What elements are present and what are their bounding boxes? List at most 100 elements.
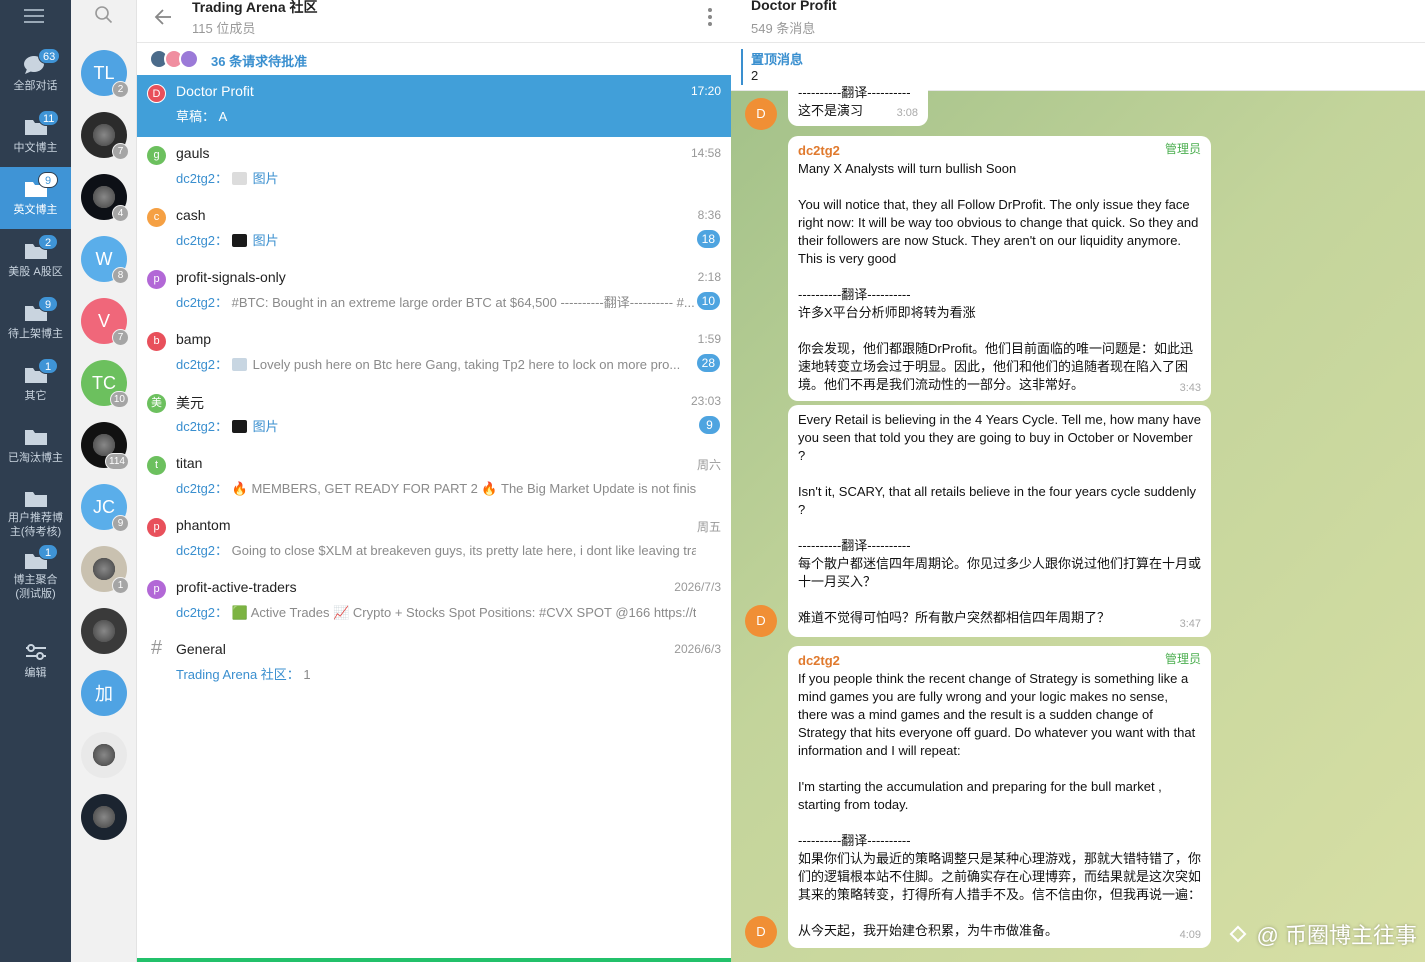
watermark: @ 币圈博主往事 (1225, 918, 1417, 950)
message-bubble[interactable]: Every Retail is believing in the 4 Years… (788, 405, 1211, 637)
message-sender[interactable]: dc2tg2 (798, 652, 1201, 670)
chat-row[interactable]: D Doctor Profit 17:20 草稿： A (137, 75, 731, 137)
pinned-chat-avatar[interactable] (81, 732, 127, 778)
chat-title[interactable]: Doctor Profit (751, 0, 837, 13)
folder-8[interactable]: 用户推荐博 主(待考核) (0, 477, 71, 539)
chat-time: 8:36 (697, 208, 721, 222)
pinned-value: 2 (751, 68, 759, 83)
folder-label: 编辑 (24, 667, 47, 679)
sender-avatar[interactable]: D (745, 605, 777, 637)
unread-badge: 7 (112, 143, 129, 160)
pinned-chat-avatar[interactable]: TC 10 (81, 360, 129, 408)
folder-label: 博主聚合 (测试版) (13, 574, 58, 600)
pinned-chat-avatar[interactable]: JC 9 (81, 484, 129, 532)
folder-9[interactable]: 博主聚合 (测试版) 1 (0, 539, 71, 601)
folder-3[interactable]: 英文博主 9 (0, 167, 71, 229)
chat-row[interactable]: b bamp 1:59 dc2tg2： Lovely push here on Btc… (137, 323, 731, 385)
join-requests-bar[interactable]: 36 条请求待批准 (137, 43, 731, 74)
chat-name: gauls (176, 145, 210, 161)
pinned-chat-avatar[interactable] (81, 608, 127, 654)
chat-avatar: p (147, 580, 166, 599)
chat-name: 美元 (176, 395, 204, 411)
unread-badge: 4 (112, 205, 129, 222)
chat-row[interactable]: # General 2026/6/3 Trading Arena 社区： 1 (137, 633, 731, 695)
back-arrow-icon[interactable] (153, 7, 173, 30)
preview-sender: 草稿： (176, 109, 216, 124)
more-options-icon[interactable] (707, 7, 713, 30)
chat-row[interactable]: c cash 8:36 dc2tg2： 图片 18 (137, 199, 731, 261)
chat-name: bamp (176, 331, 212, 347)
folder-1[interactable]: 全部对话 63 (0, 43, 71, 105)
pinned-chat-avatar[interactable]: 加 (81, 670, 127, 716)
chat-avatar: b (147, 332, 166, 351)
pinned-chat-avatar[interactable]: TL 2 (81, 50, 129, 98)
pinned-chat-avatar[interactable]: 4 (81, 174, 129, 222)
chat-row[interactable]: g gauls 14:58 dc2tg2： 图片 (137, 137, 731, 199)
chat-row[interactable]: 美美元 23:03 dc2tg2： 图片 9 (137, 385, 731, 447)
chat-avatar: g (147, 146, 166, 165)
pinned-chat-avatar[interactable] (81, 794, 127, 840)
message-bubble[interactable]: ----------翻译---------- 这不是演习 3:08 (788, 82, 928, 126)
chat-preview: dc2tg2： #BTC: Bought in an extreme large… (176, 292, 696, 311)
chat-time: 1:59 (697, 332, 721, 346)
chat-preview: 草稿： A (176, 106, 696, 125)
folder-10[interactable]: 编辑 (0, 630, 71, 692)
folder-unread-badge: 9 (38, 296, 58, 312)
watermark-text: @ 币圈博主往事 (1256, 923, 1417, 948)
avatar-image (91, 742, 117, 768)
pinned-chat-avatar[interactable]: 114 (81, 422, 129, 470)
admin-tag: 管理员 (1164, 142, 1201, 156)
chat-row[interactable]: p profit-active-traders 2026/7/3 dc2tg2： 🟩 … (137, 571, 731, 633)
folder-4[interactable]: 美股 A股区 2 (0, 229, 71, 291)
avatar-initials: TL (93, 62, 115, 83)
folder-label: 全部对话 (13, 80, 58, 92)
message-time: 3:47 (1179, 618, 1201, 630)
unread-badge: 9 (699, 416, 720, 434)
folder-unread-badge: 1 (38, 358, 58, 374)
folder-icon (24, 430, 47, 445)
folder-6[interactable]: 其它 1 (0, 353, 71, 415)
preview-text: #BTC: Bought in an extreme large order B… (231, 295, 695, 310)
search-icon[interactable] (95, 6, 113, 27)
folder-7[interactable]: 已淘汰博主 (0, 415, 71, 477)
preview-sender: Trading Arena 社区： (176, 667, 300, 682)
message-sender[interactable]: dc2tg2 (798, 142, 1201, 160)
folder-unread-badge: 63 (38, 48, 61, 64)
chat-name: profit-signals-only (176, 269, 286, 285)
folder-unread-badge: 11 (38, 110, 60, 126)
image-thumbnail-icon (231, 172, 247, 185)
pinned-chat-avatar[interactable]: V7 (81, 298, 129, 346)
message-time: 3:08 (896, 107, 918, 119)
folder-5[interactable]: 待上架博主 9 (0, 291, 71, 353)
message-bubble[interactable]: dc2tg2 管理员 If you people think the recent … (788, 646, 1211, 948)
sender-avatar[interactable]: D (745, 916, 777, 948)
preview-text: A (218, 109, 228, 124)
pinned-chat-avatar[interactable]: W8 (81, 236, 129, 284)
preview-text: Lovely push here on Btc here Gang, takin… (252, 357, 681, 372)
folder-2[interactable]: 中文博主 11 (0, 105, 71, 167)
list-bottom-bar (137, 958, 731, 962)
chat-row[interactable]: p profit-signals-only 2:18 dc2tg2： #BTC: Bo… (137, 261, 731, 323)
preview-text: 🔥 MEMBERS, GET READY FOR PART 2 🔥 The Bi… (231, 481, 696, 496)
pinned-chat-avatar[interactable]: 1 (81, 546, 129, 594)
chat-row[interactable]: p phantom 周五 dc2tg2： Going to close $XLM at… (137, 509, 731, 571)
avatar-image (91, 556, 117, 582)
menu-icon[interactable] (24, 8, 46, 27)
avatar-image (91, 804, 117, 830)
avatar-initials: 加 (95, 684, 113, 704)
pinned-chat-avatar[interactable]: 7 (81, 112, 129, 160)
chat-list-header: Trading Arena 社区 115 位成员 (137, 0, 731, 43)
preview-sender: dc2tg2： (176, 481, 229, 496)
folder-label: 美股 A股区 (8, 266, 63, 278)
message-time: 3:43 (1179, 382, 1201, 394)
chat-avatar: D (147, 84, 166, 103)
message-bubble[interactable]: dc2tg2 管理员 Many X Analysts will turn bulli… (788, 136, 1211, 401)
message-text: Every Retail is believing in the 4 Years… (798, 412, 1202, 625)
chat-row[interactable]: t titan 周六 dc2tg2： 🔥 MEMBERS, GET READY FOR… (137, 447, 731, 509)
sender-avatar[interactable]: D (745, 98, 777, 130)
chat-time: 周五 (696, 520, 721, 534)
chat-preview: dc2tg2： 图片 (176, 230, 696, 249)
chat-list-panel: Trading Arena 社区 115 位成员 36 条请求待批准 D Doct… (137, 0, 731, 962)
chat-name: Doctor Profit (176, 83, 254, 99)
group-title: Trading Arena 社区 (192, 0, 318, 15)
